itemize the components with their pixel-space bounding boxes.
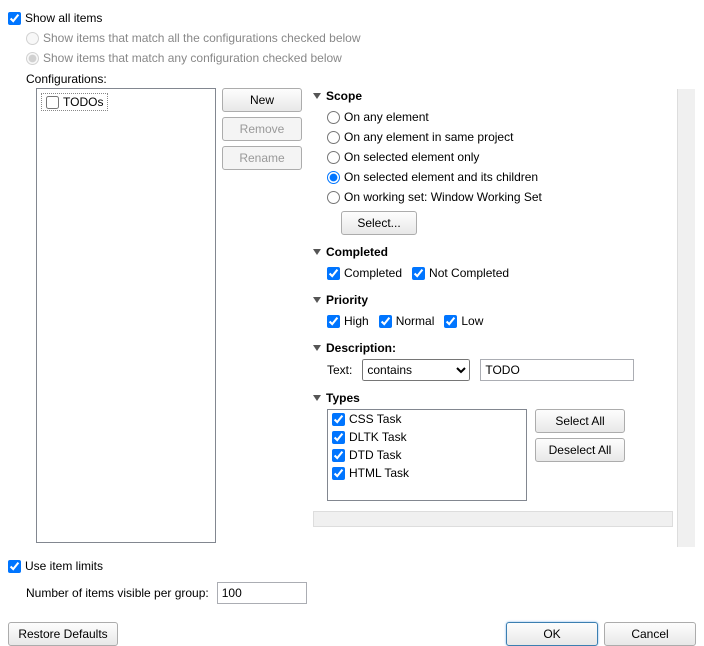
new-button[interactable]: New	[222, 88, 302, 112]
description-text-label: Text:	[327, 363, 352, 377]
type-row: CSS Task	[328, 410, 526, 428]
type-row: HTML Task	[328, 464, 526, 482]
scope-any-element-radio[interactable]	[327, 111, 340, 124]
type-label: DTD Task	[349, 448, 401, 462]
completed-checkbox[interactable]	[327, 267, 340, 280]
match-all-radio	[26, 32, 39, 45]
use-item-limits-label: Use item limits	[25, 559, 103, 573]
type-checkbox[interactable]	[332, 413, 345, 426]
scope-option-label: On selected element and its children	[344, 170, 538, 184]
completed-label: Completed	[344, 266, 402, 280]
scope-header[interactable]: Scope	[313, 89, 673, 103]
scope-option-label: On any element	[344, 110, 429, 124]
not-completed-label: Not Completed	[429, 266, 509, 280]
ok-button[interactable]: OK	[506, 622, 598, 646]
scope-option-label: On working set: Window Working Set	[344, 190, 542, 204]
use-item-limits-checkbox[interactable]	[8, 560, 21, 573]
type-checkbox[interactable]	[332, 431, 345, 444]
type-checkbox[interactable]	[332, 449, 345, 462]
description-text-input[interactable]	[480, 359, 634, 381]
show-all-items-checkbox[interactable]	[8, 12, 21, 25]
not-completed-checkbox[interactable]	[412, 267, 425, 280]
scope-selected-only-radio[interactable]	[327, 151, 340, 164]
select-working-set-button[interactable]: Select...	[341, 211, 417, 235]
type-label: HTML Task	[349, 466, 409, 480]
chevron-down-icon	[313, 297, 321, 303]
description-operator-select[interactable]: contains	[362, 359, 470, 381]
cancel-button[interactable]: Cancel	[604, 622, 696, 646]
remove-button: Remove	[222, 117, 302, 141]
config-item-checkbox[interactable]	[46, 96, 59, 109]
items-per-group-label: Number of items visible per group:	[26, 586, 209, 600]
config-item-label: TODOs	[63, 95, 103, 109]
deselect-all-button[interactable]: Deselect All	[535, 438, 625, 462]
chevron-down-icon	[313, 345, 321, 351]
match-any-label: Show items that match any configuration …	[43, 51, 342, 65]
configurations-label: Configurations:	[26, 72, 696, 86]
scope-option-label: On selected element only	[344, 150, 479, 164]
type-label: DLTK Task	[349, 430, 407, 444]
chevron-down-icon	[313, 93, 321, 99]
vertical-scrollbar[interactable]	[677, 89, 695, 547]
select-all-button[interactable]: Select All	[535, 409, 625, 433]
types-list[interactable]: CSS Task DLTK Task DTD Task HTML Task	[327, 409, 527, 501]
types-header[interactable]: Types	[313, 391, 673, 405]
items-per-group-input[interactable]	[217, 582, 307, 604]
priority-label: High	[344, 314, 369, 328]
type-row: DLTK Task	[328, 428, 526, 446]
priority-high-checkbox[interactable]	[327, 315, 340, 328]
rename-button: Rename	[222, 146, 302, 170]
priority-label: Low	[461, 314, 483, 328]
match-all-label: Show items that match all the configurat…	[43, 31, 361, 45]
show-all-items-label: Show all items	[25, 11, 102, 25]
horizontal-scrollbar[interactable]	[313, 511, 673, 527]
priority-low-checkbox[interactable]	[444, 315, 457, 328]
priority-normal-checkbox[interactable]	[379, 315, 392, 328]
configurations-list[interactable]: TODOs	[36, 88, 216, 543]
scope-option-label: On any element in same project	[344, 130, 513, 144]
chevron-down-icon	[313, 249, 321, 255]
type-label: CSS Task	[349, 412, 401, 426]
scope-selected-children-radio[interactable]	[327, 171, 340, 184]
description-header[interactable]: Description:	[313, 341, 673, 355]
priority-label: Normal	[396, 314, 435, 328]
type-row: DTD Task	[328, 446, 526, 464]
chevron-down-icon	[313, 395, 321, 401]
scope-working-set-radio[interactable]	[327, 191, 340, 204]
priority-header[interactable]: Priority	[313, 293, 673, 307]
scope-same-project-radio[interactable]	[327, 131, 340, 144]
restore-defaults-button[interactable]: Restore Defaults	[8, 622, 118, 646]
completed-header[interactable]: Completed	[313, 245, 673, 259]
match-any-radio	[26, 52, 39, 65]
config-item-todos[interactable]: TODOs	[41, 93, 108, 111]
type-checkbox[interactable]	[332, 467, 345, 480]
